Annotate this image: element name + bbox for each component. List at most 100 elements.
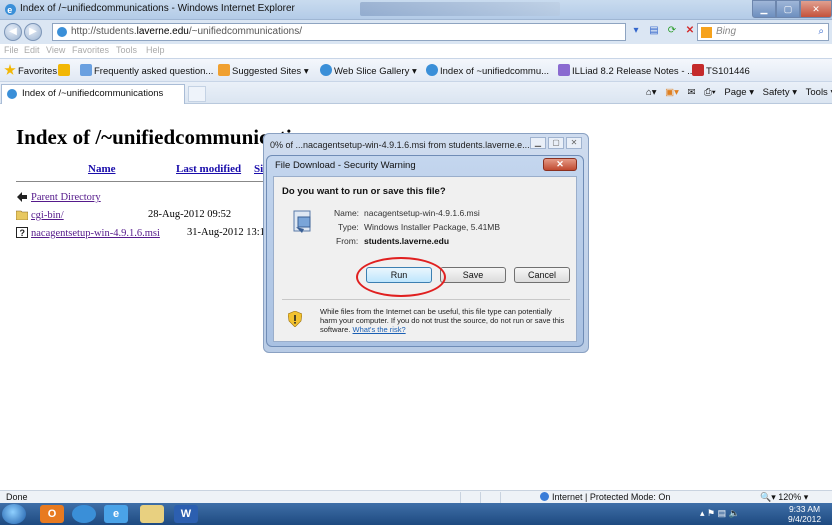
ie-app-icon[interactable]: e — [104, 505, 128, 523]
dialog-body: Do you want to run or save this file? Na… — [273, 176, 577, 342]
divider — [282, 299, 570, 300]
window-title: Index of /~unifiedcommunications - Windo… — [20, 3, 295, 14]
globe-icon — [540, 492, 549, 501]
name-label: Name: — [334, 208, 360, 218]
close-button[interactable]: ✕ — [566, 137, 582, 149]
suggested-sites-icon — [218, 64, 230, 76]
minimize-button[interactable]: ▁ — [530, 137, 546, 149]
unknown-file-icon: ? — [16, 227, 28, 238]
menu-help[interactable]: Help — [146, 45, 165, 55]
parent-directory-link[interactable]: Parent Directory — [31, 192, 101, 203]
annotation-circle — [356, 257, 446, 297]
msi-file-link[interactable]: nacagentsetup-win-4.9.1.6.msi — [31, 228, 160, 239]
safety-menu[interactable]: Safety ▾ — [763, 87, 797, 98]
cgi-bin-link[interactable]: cgi-bin/ — [31, 210, 64, 221]
home-icon[interactable]: ⌂▾ — [646, 87, 657, 98]
address-toolbar: ◀ ▶ http://students.laverne.edu/~unified… — [0, 20, 832, 44]
list-item: Parent Directory — [16, 191, 101, 203]
page-menu[interactable]: Page ▾ — [724, 87, 754, 98]
illiad-icon — [558, 64, 570, 76]
file-explorer-icon[interactable] — [140, 505, 164, 523]
back-arrow-icon — [17, 192, 27, 202]
file-name-value: nacagentsetup-win-4.9.1.6.msi — [364, 208, 480, 218]
stop-icon[interactable]: ✕ — [682, 23, 698, 39]
mail-icon[interactable]: ✉ — [688, 87, 696, 98]
forward-button[interactable]: ▶ — [24, 23, 42, 41]
menu-file[interactable]: File — [4, 45, 19, 55]
minimize-button[interactable]: ▁ — [752, 0, 776, 18]
divider — [16, 181, 276, 182]
compatibility-view-icon[interactable]: ▤ — [646, 23, 662, 39]
save-button[interactable]: Save — [440, 267, 506, 283]
favorite-web-slice-gallery[interactable]: Web Slice Gallery ▾ — [320, 64, 417, 77]
zoom-control[interactable]: 🔍▾ 120% ▾ — [760, 492, 808, 503]
maximize-button[interactable]: ▢ — [776, 0, 800, 18]
address-input[interactable]: http://students.laverne.edu/~unifiedcomm… — [52, 23, 626, 41]
close-dialog-button[interactable]: ✕ — [543, 158, 577, 171]
whats-the-risk-link[interactable]: What's the risk? — [353, 325, 406, 334]
taskbar: O e W ▴ ⚑ ▤ 🔈 9:33 AM 9/4/2012 — [0, 503, 832, 525]
clock[interactable]: 9:33 AM 9/4/2012 — [788, 504, 821, 524]
menu-view[interactable]: View — [46, 45, 65, 55]
office-app-icon[interactable]: O — [40, 505, 64, 523]
column-name-link[interactable]: Name — [88, 163, 116, 175]
dialog-title: File Download - Security Warning — [275, 160, 416, 171]
svg-text:?: ? — [20, 228, 26, 238]
favorite-index[interactable]: Index of ~unifiedcommu... — [426, 64, 549, 77]
url-text: http://students.laverne.edu/~unifiedcomm… — [71, 26, 302, 37]
list-item: cgi-bin/ 28-Aug-2012 09:52 — [16, 209, 231, 221]
search-icon[interactable]: ⌕ — [818, 24, 824, 40]
favorite-faq[interactable]: Frequently asked question... — [80, 64, 213, 77]
close-window-button[interactable]: ✕ — [800, 0, 832, 18]
download-progress-title: 0% of ...nacagentsetup-win-4.9.1.6.msi f… — [270, 140, 530, 150]
file-type-value: Windows Installer Package, 5.41MB — [364, 222, 501, 232]
print-icon[interactable]: ⎙▾ — [704, 87, 716, 98]
back-button[interactable]: ◀ — [4, 23, 22, 41]
ie-page-icon — [7, 89, 17, 99]
window-titlebar: e Index of /~unifiedcommunications - Win… — [0, 0, 832, 20]
system-tray: ▴ ⚑ ▤ 🔈 — [700, 508, 740, 518]
dialog-question: Do you want to run or save this file? — [282, 186, 446, 197]
favorite-suggested-sites[interactable]: Suggested Sites ▾ — [218, 64, 309, 77]
ts-icon — [692, 64, 704, 76]
cancel-button[interactable]: Cancel — [514, 267, 570, 283]
menu-favorites[interactable]: Favorites — [72, 45, 109, 55]
new-tab-button[interactable] — [188, 86, 206, 102]
warning-text: While files from the Internet can be use… — [320, 307, 565, 334]
background-window-ghost — [360, 2, 560, 16]
maximize-button[interactable]: ▢ — [548, 137, 564, 149]
installer-file-icon — [293, 210, 311, 233]
dropdown-arrow-icon[interactable]: ▾ — [628, 23, 644, 39]
star-icon — [4, 64, 16, 75]
favorites-button[interactable]: Favorites — [4, 64, 57, 77]
menu-edit[interactable]: Edit — [24, 45, 40, 55]
favorite-ts101446[interactable]: TS101446 — [692, 64, 750, 77]
firefox-app-icon[interactable] — [72, 505, 96, 523]
add-favorite-icon[interactable] — [58, 64, 72, 77]
tab-index[interactable]: Index of /~unifiedcommunications — [1, 84, 185, 104]
status-cell — [500, 492, 518, 503]
ie-page-icon — [426, 64, 438, 76]
ie-page-icon — [57, 27, 67, 37]
word-app-icon[interactable]: W — [174, 505, 198, 523]
from-label: From: — [336, 236, 359, 246]
security-zone[interactable]: Internet | Protected Mode: On — [540, 492, 670, 502]
svg-text:e: e — [7, 5, 12, 15]
tools-menu[interactable]: Tools ▾ — [806, 87, 832, 98]
menu-tools[interactable]: Tools — [116, 45, 137, 55]
status-cell — [480, 492, 498, 503]
status-cell — [460, 492, 478, 503]
type-label: Type: — [338, 222, 359, 232]
security-warning-dialog: File Download - Security Warning ✕ Do yo… — [266, 155, 584, 347]
tab-row: Index of /~unifiedcommunications ⌂▾ ▣▾ ✉… — [0, 82, 832, 104]
column-last-modified-link[interactable]: Last modified — [176, 163, 241, 175]
ie-page-icon — [320, 64, 332, 76]
favorite-illiad[interactable]: ILLiad 8.2 Release Notes - ... — [558, 64, 695, 77]
bing-logo-icon — [701, 27, 712, 38]
feeds-icon[interactable]: ▣▾ — [665, 87, 679, 98]
page-icon — [80, 64, 92, 76]
search-input[interactable]: Bing ⌕ — [697, 23, 829, 41]
start-button[interactable] — [2, 504, 26, 524]
list-item: ? nacagentsetup-win-4.9.1.6.msi 31-Aug-20… — [16, 227, 278, 239]
refresh-icon[interactable]: ⟳ — [664, 23, 680, 39]
